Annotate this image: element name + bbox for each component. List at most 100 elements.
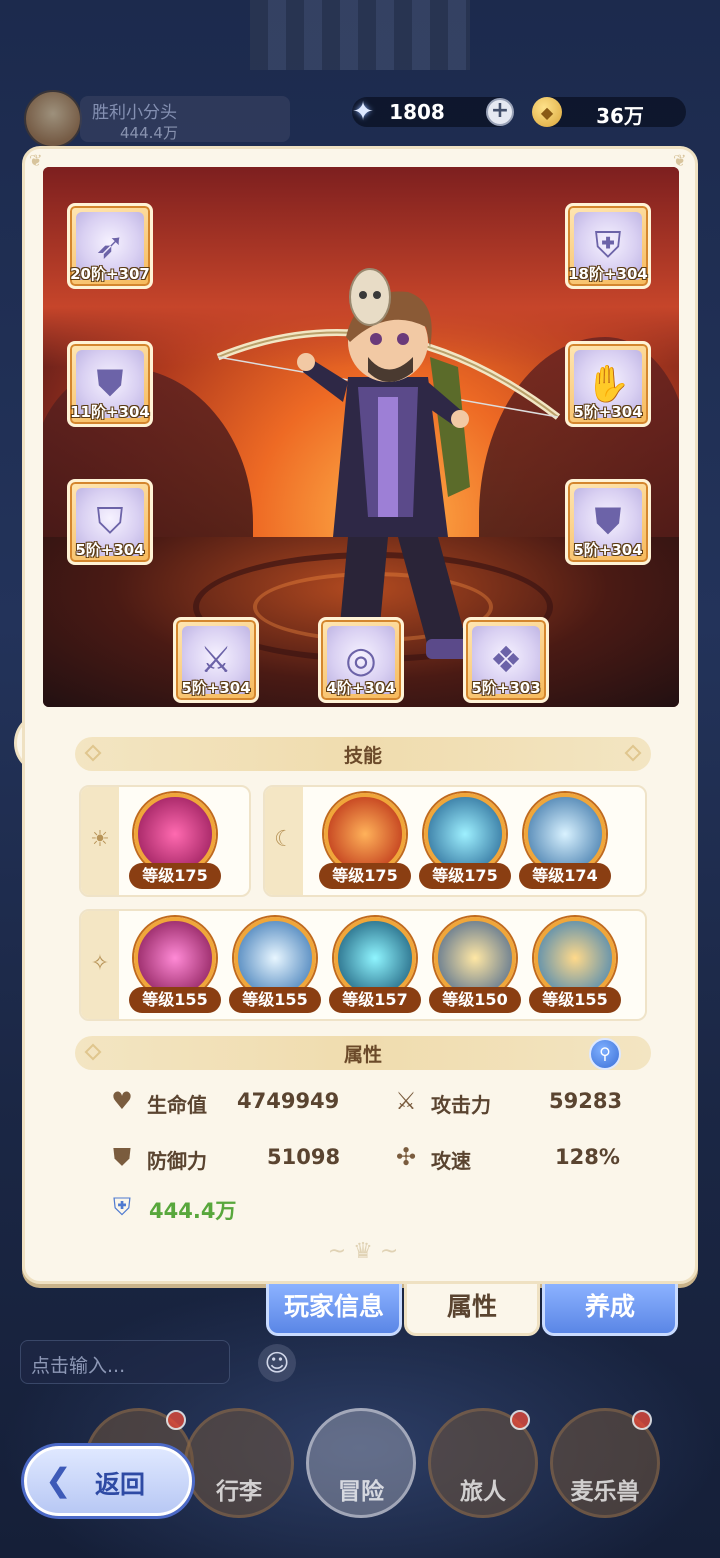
star-icon: ✧ xyxy=(90,951,110,976)
power-shield-icon: ⛨ xyxy=(113,1193,131,1221)
notification-dot xyxy=(510,1410,530,1430)
player-chip[interactable]: 胜利小分头 444.4万 xyxy=(20,90,290,148)
stat-defense: ⛊ 防御力 51098 xyxy=(107,1141,357,1177)
sun-icon: ☀ xyxy=(90,827,110,852)
nav-label: 旅人 xyxy=(460,1479,506,1505)
avatar[interactable] xyxy=(24,90,82,148)
stat-label: 攻速 xyxy=(431,1149,471,1173)
heart-icon: ♥ xyxy=(111,1087,133,1115)
stat-label: 生命值 xyxy=(147,1093,207,1117)
panel-footer-ornament: ~ ♛ ~ xyxy=(327,1239,399,1264)
equip-label: 5阶+304 xyxy=(573,541,643,559)
equip-slot-gloves[interactable]: ✋ 5阶+304 xyxy=(565,341,651,427)
emoji-button[interactable]: ☺ xyxy=(258,1344,296,1382)
equip-label: 4阶+304 xyxy=(326,679,396,697)
tab-player-info[interactable]: 玩家信息 xyxy=(266,1284,402,1336)
skill-level: 等级174 xyxy=(519,863,611,889)
power-value: 444.4万 xyxy=(149,1199,237,1223)
smile-icon: ☺ xyxy=(264,1349,290,1377)
equip-slot-chest[interactable]: ⛉ 5阶+304 xyxy=(67,479,153,565)
equip-slot-legs[interactable]: ⛊ 5阶+304 xyxy=(565,479,651,565)
stat-label: 防御力 xyxy=(147,1149,207,1173)
back-label: 返回 xyxy=(95,1470,146,1499)
stat-power: ⛨ 444.4万 xyxy=(107,1191,357,1227)
nav-label: 麦乐兽 xyxy=(570,1479,640,1505)
skill-item[interactable]: 等级155 xyxy=(229,917,321,1017)
stat-attack: ⚔ 攻击力 59283 xyxy=(391,1085,651,1121)
skills-header: 技能 xyxy=(75,737,651,771)
skill-group-moon: ☾ 等级175 等级175 等级174 xyxy=(263,785,647,897)
skill-level: 等级155 xyxy=(529,987,621,1013)
attributes-title: 属性 xyxy=(343,1044,382,1066)
skill-item[interactable]: 等级155 xyxy=(129,917,221,1017)
skill-group-star: ✧ 等级155 等级155 等级157 等级150 等级155 xyxy=(79,909,647,1021)
skill-item[interactable]: 等级175 xyxy=(319,793,411,893)
equip-slot-necklace[interactable]: ◎ 4阶+304 xyxy=(318,617,404,703)
stat-value: 59283 xyxy=(549,1089,623,1113)
stat-attack-speed: ✣ 攻速 128% xyxy=(391,1141,651,1177)
coin-counter: ◆ 36万 xyxy=(532,97,686,128)
skill-item[interactable]: 等级174 xyxy=(519,793,611,893)
character-stage: ➶ 20阶+307 ⛨ 18阶+304 ⛊ 11阶+304 ✋ 5阶+304 ⛉… xyxy=(43,167,679,707)
equip-slot-weapon[interactable]: ➶ 20阶+307 xyxy=(67,203,153,289)
skill-level: 等级175 xyxy=(129,863,221,889)
equip-label: 5阶+304 xyxy=(181,679,251,697)
attribute-detail-button[interactable]: ⚲ xyxy=(589,1038,621,1070)
skill-item[interactable]: 等级150 xyxy=(429,917,521,1017)
equip-label: 5阶+304 xyxy=(75,541,145,559)
background-stripe xyxy=(250,0,470,70)
gem-counter: ✦ 1808 + xyxy=(352,97,514,127)
gem-value: 1808 xyxy=(389,100,445,124)
stat-hp: ♥ 生命值 4749949 xyxy=(107,1085,357,1121)
coin-value: 36万 xyxy=(596,104,644,128)
stat-value: 51098 xyxy=(267,1145,341,1169)
skill-level: 等级150 xyxy=(429,987,521,1013)
skill-item[interactable]: 等级175 xyxy=(129,793,221,893)
tab-attributes[interactable]: 属性 xyxy=(404,1284,540,1336)
back-arrow-icon: ❮ xyxy=(45,1461,72,1499)
skills-title: 技能 xyxy=(343,745,382,767)
nav-item-pets[interactable]: 麦乐兽 xyxy=(550,1408,660,1528)
equip-label: 20阶+307 xyxy=(70,265,150,283)
nav-item-traveler[interactable]: 旅人 xyxy=(428,1408,538,1528)
notification-dot xyxy=(166,1410,186,1430)
equip-slot-shoulder[interactable]: ⛊ 11阶+304 xyxy=(67,341,153,427)
notification-dot xyxy=(632,1410,652,1430)
shield-icon: ⛊ xyxy=(113,1143,131,1171)
stat-value: 4749949 xyxy=(237,1089,340,1113)
equip-label: 5阶+304 xyxy=(573,403,643,421)
equip-label: 18阶+304 xyxy=(568,265,648,283)
skill-group-tab[interactable]: ☀ xyxy=(81,787,119,895)
skill-group-tab[interactable]: ✧ xyxy=(81,911,119,1019)
nav-item-bag[interactable]: 行李 xyxy=(184,1408,294,1528)
equip-label: 11阶+304 xyxy=(70,403,150,421)
equip-slot-boots[interactable]: ⚔ 5阶+304 xyxy=(173,617,259,703)
search-icon: ⚲ xyxy=(599,1044,611,1063)
moon-icon: ☾ xyxy=(274,827,294,852)
skill-level: 等级155 xyxy=(129,987,221,1013)
skill-level: 等级157 xyxy=(329,987,421,1013)
nav-label: 冒险 xyxy=(338,1479,384,1505)
equip-slot-amulet[interactable]: ❖ 5阶+303 xyxy=(463,617,549,703)
speed-icon: ✣ xyxy=(395,1143,417,1171)
nav-item-adventure[interactable]: 冒险 xyxy=(306,1408,416,1528)
tab-develop[interactable]: 养成 xyxy=(542,1284,678,1336)
add-gems-button[interactable]: + xyxy=(486,98,514,126)
skill-level: 等级175 xyxy=(419,863,511,889)
skill-level: 等级155 xyxy=(229,987,321,1013)
skill-group-sun: ☀ 等级175 xyxy=(79,785,251,897)
back-button[interactable]: ❮ 返回 xyxy=(24,1446,192,1516)
equip-label: 5阶+303 xyxy=(471,679,541,697)
skill-item[interactable]: 等级155 xyxy=(529,917,621,1017)
player-power: 444.4万 xyxy=(120,124,178,142)
skill-item[interactable]: 等级157 xyxy=(329,917,421,1017)
equip-slot-helmet[interactable]: ⛨ 18阶+304 xyxy=(565,203,651,289)
skill-item[interactable]: 等级175 xyxy=(419,793,511,893)
nav-label: 行李 xyxy=(216,1479,262,1505)
character-model xyxy=(216,268,561,659)
player-name: 胜利小分头 xyxy=(92,103,177,123)
skill-group-tab[interactable]: ☾ xyxy=(265,787,303,895)
chat-input[interactable]: 点击输入... xyxy=(20,1340,230,1384)
stat-value: 128% xyxy=(555,1145,620,1169)
crossed-swords-icon: ⚔ xyxy=(395,1087,417,1115)
